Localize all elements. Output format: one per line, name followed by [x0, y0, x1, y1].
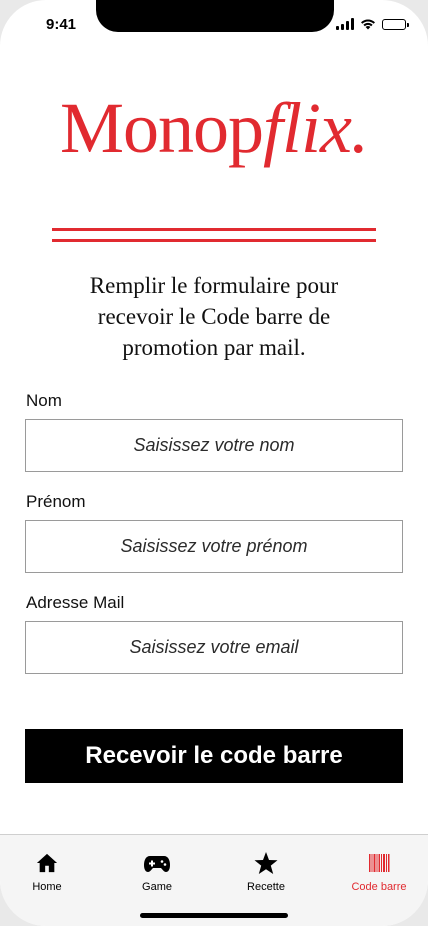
- receive-barcode-button[interactable]: Recevoir le code barre: [25, 729, 403, 783]
- tab-recette[interactable]: Recette: [211, 851, 321, 893]
- status-icons: [336, 18, 409, 30]
- status-time: 9:41: [46, 16, 77, 33]
- brand-logo: Monopflix.: [60, 88, 369, 168]
- tab-home[interactable]: Home: [0, 851, 102, 893]
- home-icon: [36, 853, 58, 873]
- tab-code-barre[interactable]: Code barre: [324, 851, 428, 893]
- email-input[interactable]: [25, 621, 403, 674]
- signal-icon: [336, 18, 354, 30]
- home-indicator: [140, 913, 288, 918]
- divider: [52, 239, 376, 242]
- battery-icon: [382, 18, 409, 30]
- wifi-icon: [361, 19, 375, 30]
- intro-text: Remplir le formulaire pour recevoir le C…: [89, 273, 339, 360]
- notch: [96, 0, 334, 32]
- nom-input[interactable]: [25, 419, 403, 472]
- star-icon: [254, 852, 278, 874]
- gamepad-icon: [144, 856, 170, 872]
- prenom-label: Prénom: [26, 492, 86, 511]
- prenom-input[interactable]: [25, 520, 403, 573]
- barcode-icon: [369, 854, 390, 872]
- tab-bar: Home Game Recette Code barre: [0, 834, 428, 926]
- email-label: Adresse Mail: [26, 593, 125, 612]
- divider: [52, 228, 376, 231]
- status-bar: 9:41: [0, 0, 428, 50]
- app-screen: 9:41 Monopflix. Remplir le formulaire po…: [0, 0, 428, 926]
- tab-game[interactable]: Game: [102, 851, 212, 893]
- nom-label: Nom: [26, 391, 62, 410]
